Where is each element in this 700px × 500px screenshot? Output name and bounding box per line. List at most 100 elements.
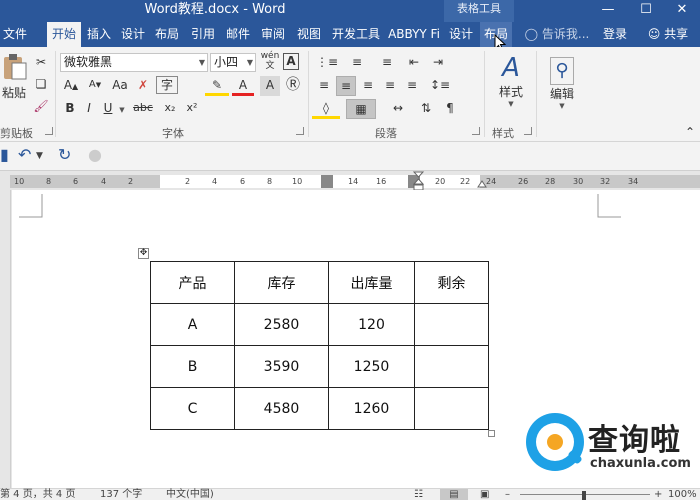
strikethrough-button[interactable]: abc — [130, 99, 156, 119]
share-button[interactable]: ☺ 共享 — [640, 22, 696, 47]
shrink-font-button[interactable]: A▼ — [84, 76, 106, 96]
decrease-indent-icon[interactable]: ⇤ — [404, 53, 424, 73]
bullets-icon[interactable]: ⋮≡ — [314, 53, 340, 73]
table-header-cell[interactable]: 出库量 — [328, 261, 415, 304]
column-marker-icon[interactable] — [321, 175, 333, 188]
table-cell[interactable]: 3590 — [234, 345, 329, 388]
page-count[interactable]: 第 4 页，共 4 页 — [0, 489, 75, 500]
align-center-icon[interactable]: ≡ — [336, 76, 356, 96]
maximize-icon[interactable]: ☐ — [628, 0, 664, 22]
shading-icon[interactable]: ◊ — [312, 99, 340, 119]
styles-button[interactable]: A 样式 ▼ — [490, 53, 532, 108]
touch-mode-icon[interactable]: ● — [88, 145, 102, 164]
multilevel-list-icon[interactable]: ≡ — [374, 53, 400, 73]
character-shading-button[interactable]: A — [260, 76, 280, 96]
numbering-icon[interactable]: ≡ — [344, 53, 370, 73]
tab-file[interactable]: 文件 — [0, 22, 30, 47]
table-cell[interactable]: 1260 — [328, 387, 415, 430]
word-count[interactable]: 137 个字 — [100, 489, 142, 500]
undo-dropdown-icon[interactable]: ▼ — [36, 151, 43, 161]
tab-view[interactable]: 视图 — [293, 22, 325, 47]
table-resize-handle-icon[interactable] — [488, 430, 495, 437]
increase-indent-icon[interactable]: ⇥ — [428, 53, 448, 73]
table-cell[interactable] — [414, 345, 489, 388]
font-launcher-icon[interactable] — [296, 127, 304, 135]
distributed-icon[interactable]: ≡ — [402, 76, 422, 96]
copy-icon[interactable]: ❏ — [32, 75, 50, 95]
table-cell[interactable]: 120 — [328, 303, 415, 346]
language-indicator[interactable]: 中文(中国) — [166, 489, 214, 500]
format-painter-icon[interactable]: 🖌 — [32, 97, 50, 117]
table-header-cell[interactable]: 产品 — [150, 261, 235, 304]
align-left-icon[interactable]: ≡ — [314, 76, 334, 96]
sign-in-link[interactable]: 登录 — [598, 22, 632, 47]
tab-abbyy[interactable]: ABBYY Fi — [386, 22, 442, 47]
font-name-combo[interactable]: 微软雅黑 ▼ — [60, 53, 208, 72]
tab-review[interactable]: 审阅 — [258, 22, 288, 47]
zoom-out-icon[interactable]: – — [505, 489, 510, 500]
tab-mailings[interactable]: 邮件 — [223, 22, 253, 47]
read-mode-icon[interactable]: ☷ — [414, 489, 423, 500]
change-case-button[interactable]: Aa — [110, 76, 130, 96]
paste-button[interactable]: 粘贴 — [0, 53, 28, 101]
underline-button[interactable]: U — [100, 99, 116, 119]
table-header-cell[interactable]: 库存 — [234, 261, 329, 304]
cut-icon[interactable]: ✂ — [32, 53, 50, 73]
font-color-button[interactable]: A — [232, 76, 254, 96]
web-layout-icon[interactable]: ▣ — [480, 489, 489, 500]
zoom-slider-thumb[interactable] — [582, 491, 586, 500]
tab-developer[interactable]: 开发工具 — [329, 22, 383, 47]
table-cell[interactable] — [414, 387, 489, 430]
superscript-button[interactable]: x² — [182, 99, 202, 119]
table-cell[interactable] — [414, 303, 489, 346]
underline-dropdown-icon[interactable]: ▼ — [118, 99, 126, 119]
table-header-cell[interactable]: 剩余 — [414, 261, 489, 304]
redo-icon[interactable]: ↻ — [58, 145, 71, 164]
close-icon[interactable]: ✕ — [664, 0, 700, 22]
italic-button[interactable]: I — [82, 99, 96, 119]
tab-insert[interactable]: 插入 — [83, 22, 115, 47]
clipboard-launcher-icon[interactable] — [45, 127, 53, 135]
bold-button[interactable]: B — [62, 99, 78, 119]
tab-references[interactable]: 引用 — [188, 22, 218, 47]
borders-icon[interactable]: ▦ — [346, 99, 376, 119]
grow-font-button[interactable]: A▲ — [60, 76, 82, 96]
print-layout-icon[interactable]: ▤ — [440, 489, 468, 500]
table-cell[interactable]: 4580 — [234, 387, 329, 430]
zoom-level[interactable]: 100% — [668, 489, 697, 500]
table-cell[interactable]: B — [150, 345, 235, 388]
tell-me-box[interactable]: ◯ 告诉我... — [522, 22, 592, 47]
enclosed-character-icon[interactable]: Ⓡ — [284, 76, 302, 96]
editing-button[interactable]: ⚲ 编辑 ▼ — [542, 57, 582, 110]
table-cell[interactable]: 1250 — [328, 345, 415, 388]
table-move-handle-icon[interactable]: ✥ — [138, 248, 149, 259]
sort-icon[interactable]: ⇅ — [416, 99, 436, 119]
table-cell[interactable]: C — [150, 387, 235, 430]
subscript-button[interactable]: x₂ — [160, 99, 180, 119]
phonetic-guide-button[interactable]: wén 文 — [260, 51, 280, 71]
indent-marker-icon[interactable] — [413, 171, 425, 191]
justify-icon[interactable]: ≡ — [380, 76, 400, 96]
clear-formatting-icon[interactable]: ✗ — [134, 76, 152, 96]
character-border-button[interactable]: A — [283, 53, 299, 70]
tab-home[interactable]: 开始 — [47, 22, 81, 47]
font-size-combo[interactable]: 小四 ▼ — [210, 53, 256, 72]
collapse-ribbon-icon[interactable]: ⌃ — [684, 123, 696, 143]
minimize-icon[interactable]: — — [590, 0, 626, 22]
show-marks-icon[interactable]: ¶ — [440, 99, 460, 119]
styles-launcher-icon[interactable] — [524, 127, 532, 135]
text-highlight-icon[interactable]: ✎ — [205, 76, 229, 96]
zoom-in-icon[interactable]: + — [654, 489, 662, 500]
paragraph-launcher-icon[interactable] — [472, 127, 480, 135]
horizontal-ruler[interactable]: 10 8 6 4 2 2 4 6 8 10 14 16 20 22 24 26 … — [0, 170, 700, 191]
table-cell[interactable]: A — [150, 303, 235, 346]
chinese-layout-icon[interactable]: ↔ — [384, 99, 412, 119]
align-right-icon[interactable]: ≡ — [358, 76, 378, 96]
undo-icon[interactable]: ↶ — [18, 145, 31, 164]
right-indent-marker-icon[interactable] — [477, 177, 487, 189]
line-spacing-icon[interactable]: ↕≡ — [428, 76, 452, 96]
save-icon[interactable]: ▮ — [0, 145, 9, 164]
enclose-char-button[interactable]: 字 — [156, 76, 178, 94]
tab-table-design[interactable]: 设计 — [445, 22, 477, 47]
table-cell[interactable]: 2580 — [234, 303, 329, 346]
